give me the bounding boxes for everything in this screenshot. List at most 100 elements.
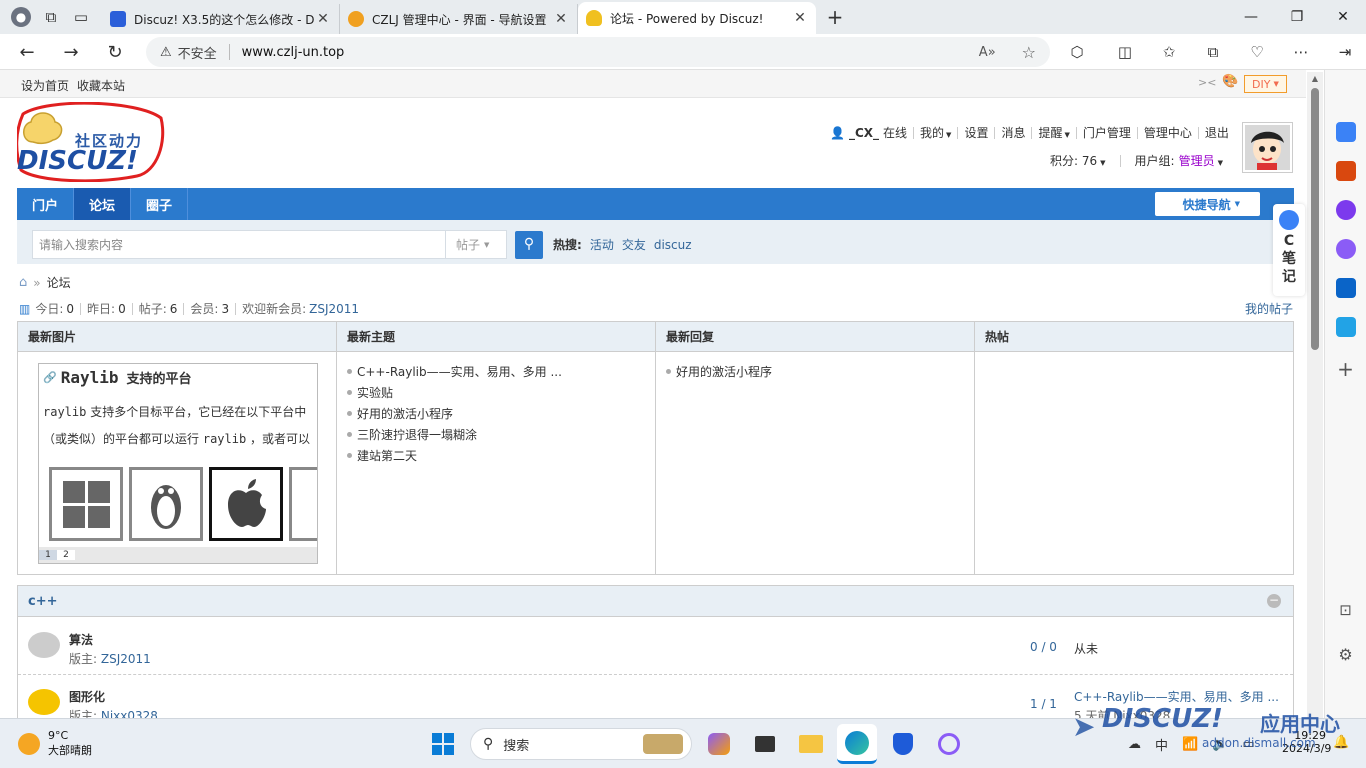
bookmark-site-link[interactable]: 收藏本站 bbox=[77, 77, 125, 94]
slide-page-1[interactable]: 1 bbox=[39, 550, 57, 560]
read-aloud-icon[interactable]: A» bbox=[979, 45, 996, 60]
set-homepage-link[interactable]: 设为首页 bbox=[21, 77, 69, 94]
admin-center-link[interactable]: 管理中心 bbox=[1144, 124, 1192, 141]
back-icon[interactable]: ← bbox=[10, 35, 44, 69]
nav-groups[interactable]: 圈子 bbox=[131, 188, 189, 220]
forum-name-link[interactable]: 图形化 bbox=[69, 688, 105, 705]
logout-link[interactable]: 退出 bbox=[1205, 124, 1229, 141]
nav-forum[interactable]: 论坛 bbox=[74, 188, 132, 220]
clock[interactable]: 19:29 2024/3/9 bbox=[1282, 729, 1331, 755]
my-menu-link[interactable]: 我的 ▼ bbox=[920, 124, 951, 141]
quick-nav-button[interactable]: 快捷导航 ▼ bbox=[1154, 192, 1260, 216]
user-group-link[interactable]: 管理员 ▼ bbox=[1179, 152, 1223, 169]
toggle-width-icon[interactable]: >< bbox=[1198, 76, 1216, 89]
settings-link[interactable]: 设置 bbox=[964, 124, 988, 141]
workspaces-icon[interactable]: ⧉ bbox=[36, 2, 66, 32]
scrollbar-thumb[interactable] bbox=[1311, 88, 1319, 350]
collapse-icon[interactable]: − bbox=[1267, 594, 1281, 608]
screenshot-icon[interactable]: ⊡ bbox=[1325, 601, 1366, 619]
games-icon[interactable] bbox=[1335, 200, 1356, 220]
hot-word-link[interactable]: discuz bbox=[654, 238, 692, 252]
topic-item[interactable]: 实验贴 bbox=[337, 382, 655, 403]
hot-word-link[interactable]: 交友 bbox=[622, 236, 646, 253]
topic-item[interactable]: 建站第二天 bbox=[337, 445, 655, 466]
weather-widget[interactable]: 9°C 大部晴朗 bbox=[18, 729, 92, 758]
copilot-icon[interactable] bbox=[699, 724, 739, 764]
close-tab-icon[interactable]: ✕ bbox=[792, 10, 808, 26]
category-title-link[interactable]: c++ bbox=[28, 594, 58, 609]
palette-icon[interactable]: 🎨 bbox=[1222, 74, 1238, 89]
topic-item[interactable]: C++-Raylib——实用、易用、多用 ... bbox=[337, 361, 655, 382]
notifications-link[interactable]: 提醒 ▼ bbox=[1038, 124, 1069, 141]
tab-discuz-question[interactable]: Discuz! X3.5的这个怎么修改 - Dis ✕ bbox=[102, 4, 340, 34]
tab-forum[interactable]: 论坛 - Powered by Discuz! ✕ bbox=[578, 2, 816, 34]
task-view-icon[interactable] bbox=[745, 724, 785, 764]
sidebar-toggle-icon[interactable]: ⇥ bbox=[1328, 35, 1362, 69]
url-bar[interactable]: ⚠ 不安全 www.czlj-un.top A» ☆ bbox=[146, 37, 1050, 67]
start-windows-icon[interactable] bbox=[423, 724, 463, 764]
hot-word-link[interactable]: 活动 bbox=[590, 236, 614, 253]
toolbox-icon[interactable] bbox=[1335, 161, 1356, 181]
split-screen-icon[interactable]: ◫ bbox=[1108, 35, 1142, 69]
notes-widget[interactable]: C笔记 bbox=[1273, 204, 1305, 296]
favorite-star-icon[interactable]: ☆ bbox=[1022, 43, 1036, 62]
outlook-icon[interactable] bbox=[1335, 278, 1356, 298]
profile-icon[interactable]: ● bbox=[6, 2, 36, 32]
restore-icon[interactable]: ❐ bbox=[1274, 0, 1320, 34]
battery-icon[interactable]: ▭ bbox=[1242, 737, 1254, 752]
portal-admin-link[interactable]: 门户管理 bbox=[1083, 124, 1131, 141]
nav-portal[interactable]: 门户 bbox=[17, 188, 75, 220]
shield-app-icon[interactable] bbox=[883, 724, 923, 764]
image-slide[interactable]: 🔗 Raylib 支持的平台 raylib 支持多个目标平台，它已经在以下平台中… bbox=[38, 363, 318, 564]
new-tab-icon[interactable]: + bbox=[820, 2, 850, 32]
last-post-link[interactable]: C++-Raylib——实用、易用、多用 ... bbox=[1074, 688, 1279, 705]
search-input[interactable]: 请输入搜索内容 bbox=[32, 230, 446, 259]
collections-icon[interactable]: ⧉ bbox=[1196, 35, 1230, 69]
newest-member-link[interactable]: ZSJ2011 bbox=[309, 302, 359, 316]
search-button[interactable]: ⚲ bbox=[515, 231, 543, 259]
close-tab-icon[interactable]: ✕ bbox=[553, 11, 569, 27]
moderator-link[interactable]: ZSJ2011 bbox=[101, 652, 151, 666]
avatar[interactable] bbox=[1242, 122, 1293, 173]
file-explorer-icon[interactable] bbox=[791, 724, 831, 764]
page-scrollbar[interactable]: ▲ bbox=[1307, 72, 1323, 718]
taskbar-search[interactable]: ⚲ 搜索 bbox=[470, 728, 692, 760]
security-label[interactable]: 不安全 bbox=[178, 43, 217, 62]
more-menu-icon[interactable]: ⋯ bbox=[1284, 35, 1318, 69]
notification-bell-icon[interactable]: 🔔 bbox=[1333, 735, 1349, 750]
add-icon[interactable]: + bbox=[1325, 357, 1366, 381]
my-posts-link[interactable]: 我的帖子 bbox=[1245, 300, 1293, 317]
send-icon[interactable] bbox=[1335, 317, 1356, 337]
minimize-icon[interactable]: — bbox=[1228, 0, 1274, 34]
extensions-icon[interactable]: ⬡ bbox=[1060, 35, 1094, 69]
forum-name-link[interactable]: 算法 bbox=[69, 631, 93, 648]
search-type-select[interactable]: 帖子 ▼ bbox=[445, 230, 507, 259]
favorites-icon[interactable]: ✩ bbox=[1152, 35, 1186, 69]
close-tab-icon[interactable]: ✕ bbox=[315, 11, 331, 27]
performance-icon[interactable]: ♡ bbox=[1240, 35, 1274, 69]
home-icon[interactable]: ⌂ bbox=[19, 275, 27, 290]
cloud-app-icon[interactable] bbox=[929, 724, 969, 764]
points-link[interactable]: 积分: 76 ▼ bbox=[1050, 152, 1106, 169]
forward-icon[interactable]: → bbox=[54, 35, 88, 69]
settings-icon[interactable]: ⚙ bbox=[1325, 645, 1366, 664]
topic-item[interactable]: 好用的激活小程序 bbox=[337, 403, 655, 424]
close-window-icon[interactable]: ✕ bbox=[1320, 0, 1366, 34]
wifi-icon[interactable]: 📶 bbox=[1182, 737, 1198, 752]
site-logo[interactable]: 社区动力 DISCUZ! bbox=[17, 102, 167, 182]
username-link[interactable]: _CX_ bbox=[849, 126, 879, 140]
tab-admin-center[interactable]: CZLJ 管理中心 - 界面 - 导航设置 ✕ bbox=[340, 4, 578, 34]
tag-icon[interactable] bbox=[1335, 122, 1356, 142]
edge-browser-icon[interactable] bbox=[837, 724, 877, 764]
slide-page-2[interactable]: 2 bbox=[57, 550, 75, 560]
ime-indicator[interactable]: 中 bbox=[1155, 735, 1168, 754]
tab-actions-icon[interactable]: ▭ bbox=[66, 2, 96, 32]
diy-button[interactable]: DIY ▼ bbox=[1244, 75, 1287, 93]
topic-item[interactable]: 三阶速拧退得一塌糊涂 bbox=[337, 424, 655, 445]
messages-link[interactable]: 消息 bbox=[1001, 124, 1025, 141]
reply-item[interactable]: 好用的激活小程序 bbox=[656, 361, 974, 382]
volume-icon[interactable]: 🔈 bbox=[1212, 737, 1228, 752]
cloud-icon[interactable]: ☁ bbox=[1128, 737, 1141, 752]
refresh-icon[interactable]: ↻ bbox=[98, 35, 132, 69]
url-text[interactable]: www.czlj-un.top bbox=[242, 45, 345, 60]
